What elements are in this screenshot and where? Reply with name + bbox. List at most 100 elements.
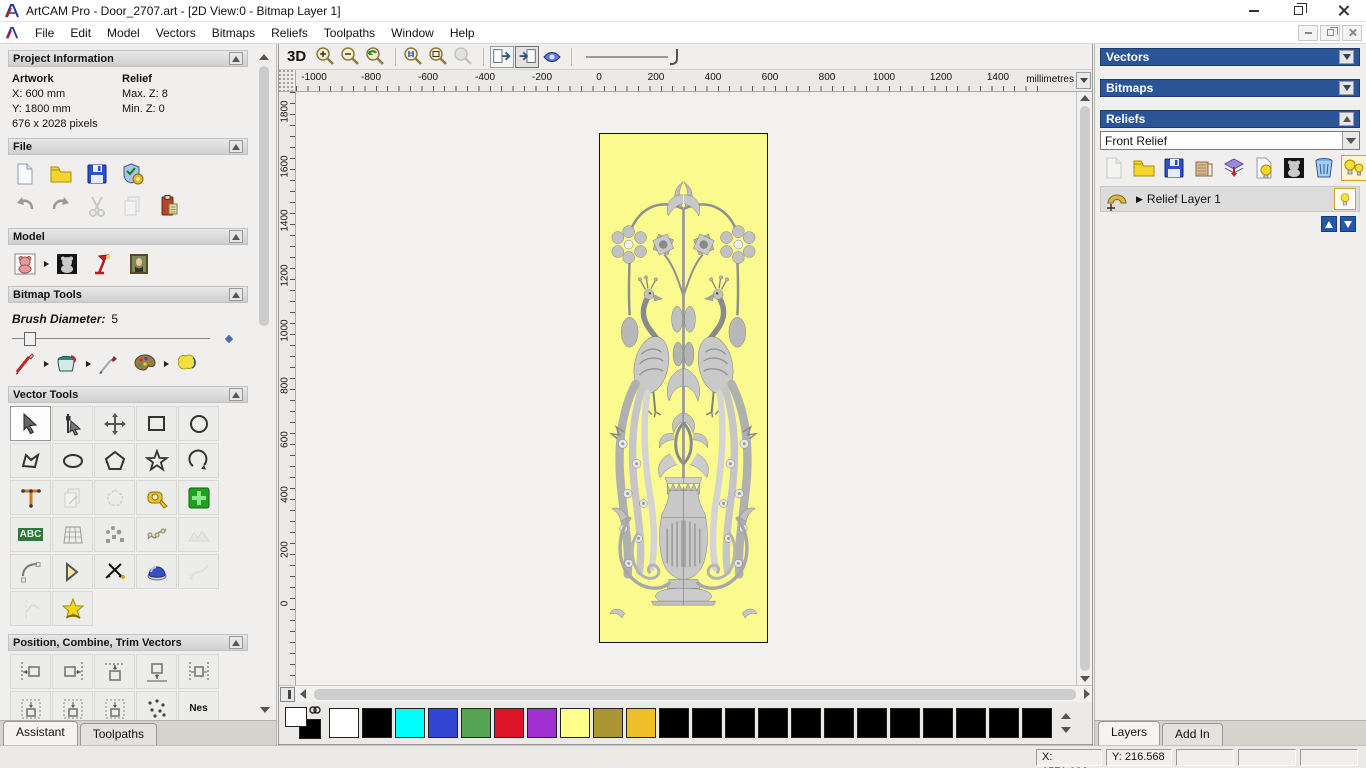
color-swatch[interactable] <box>428 708 458 738</box>
color-swatch[interactable] <box>494 708 524 738</box>
expander-icon[interactable]: ▶ <box>1136 194 1143 205</box>
ruler-units-button[interactable] <box>1076 72 1091 89</box>
spin-relief-icon[interactable] <box>136 554 177 589</box>
section-profile-icon[interactable] <box>10 591 51 626</box>
menu-bitmaps[interactable]: Bitmaps <box>204 24 263 42</box>
color-swatch[interactable] <box>560 708 590 738</box>
zoom-out-icon[interactable] <box>339 46 363 68</box>
scroll-down-icon[interactable] <box>1061 727 1071 733</box>
palette-scroll[interactable] <box>1057 713 1075 733</box>
brush-flyout-handle[interactable] <box>224 334 234 344</box>
color-swatch[interactable] <box>593 708 623 738</box>
relief-preview-icon[interactable] <box>1281 155 1307 181</box>
zoom-previous-icon[interactable] <box>364 46 388 68</box>
color-swatch[interactable] <box>791 708 821 738</box>
child-minimize-button[interactable] <box>1298 24 1318 41</box>
wrap-vectors-icon[interactable] <box>52 591 93 626</box>
load-bitmap-icon[interactable] <box>126 251 152 277</box>
flyout-arrow-icon[interactable] <box>86 361 91 367</box>
fit-curve-icon[interactable] <box>136 517 177 552</box>
relief-selector[interactable]: Front Relief <box>1100 131 1360 150</box>
paste-along-curve-icon[interactable] <box>94 517 135 552</box>
zoom-1to1-icon[interactable] <box>402 46 426 68</box>
pane-split-button[interactable] <box>280 686 295 702</box>
canvas-vertical-scrollbar[interactable] <box>1076 92 1092 685</box>
paste-icon[interactable] <box>120 193 146 219</box>
menu-reliefs[interactable]: Reliefs <box>263 24 316 42</box>
rollup-button[interactable] <box>229 288 243 301</box>
nesting-icon[interactable]: Nes <box>178 691 219 720</box>
color-swatch[interactable] <box>461 708 491 738</box>
align-right-icon[interactable] <box>52 654 93 689</box>
color-swatch[interactable] <box>989 708 1019 738</box>
project-information-header[interactable]: Project Information <box>8 50 248 67</box>
color-swatch[interactable] <box>362 708 392 738</box>
view-contrast-slider[interactable] <box>586 47 679 67</box>
close-button[interactable] <box>1321 0 1366 21</box>
vector-tools-header[interactable]: Vector Tools <box>8 386 248 403</box>
delete-relief-icon[interactable] <box>1311 155 1337 181</box>
brush-diameter-slider[interactable] <box>12 332 234 346</box>
create-medical-cross-icon[interactable] <box>178 480 219 515</box>
move-layer-down-button[interactable] <box>1340 216 1356 232</box>
color-swatch[interactable] <box>626 708 656 738</box>
file-section-header[interactable]: File <box>8 138 248 155</box>
open-model-icon[interactable] <box>48 161 74 187</box>
create-arc-icon[interactable] <box>178 443 219 478</box>
align-centre-icon[interactable] <box>178 654 219 689</box>
rollup-button[interactable] <box>229 52 243 65</box>
toggle-all-lights-icon[interactable] <box>1341 155 1366 181</box>
color-swatch[interactable] <box>923 708 953 738</box>
centre-in-page-icon[interactable] <box>10 691 51 720</box>
create-circle-icon[interactable] <box>178 406 219 441</box>
pick-colour-icon[interactable] <box>96 351 122 377</box>
layer-name[interactable]: Relief Layer 1 <box>1147 192 1221 206</box>
primary-colour[interactable] <box>285 707 307 727</box>
greyscale-model-icon[interactable] <box>12 251 38 277</box>
slider-handle[interactable] <box>670 48 679 65</box>
menu-model[interactable]: Model <box>99 24 148 42</box>
relief-layer-stack-icon[interactable] <box>1221 155 1247 181</box>
scroll-up-icon[interactable] <box>259 54 269 60</box>
paste-vector-icon[interactable] <box>52 480 93 515</box>
collapse-button[interactable] <box>1339 112 1354 126</box>
color-swatch[interactable] <box>395 708 425 738</box>
create-text-icon[interactable] <box>10 480 51 515</box>
paint-icon[interactable] <box>12 351 38 377</box>
restore-button[interactable] <box>1276 0 1321 21</box>
align-bottom-icon[interactable] <box>136 654 177 689</box>
relief-layer-row[interactable]: ▶ Relief Layer 1 <box>1100 186 1360 212</box>
color-swatch[interactable] <box>1022 708 1052 738</box>
scroll-thumb[interactable] <box>1079 106 1090 671</box>
primary-secondary-colour-chip[interactable] <box>283 705 329 741</box>
rollup-button[interactable] <box>229 636 243 649</box>
node-editing-icon[interactable] <box>52 406 93 441</box>
align-left-icon[interactable] <box>10 654 51 689</box>
create-polyline-icon[interactable] <box>10 443 51 478</box>
color-swatch[interactable] <box>890 708 920 738</box>
color-swatch[interactable] <box>758 708 788 738</box>
create-star-icon[interactable] <box>136 443 177 478</box>
trim-vectors-icon[interactable] <box>94 554 135 589</box>
layer-visibility-button[interactable] <box>1334 188 1356 210</box>
color-swatch[interactable] <box>527 708 557 738</box>
tab-add-in[interactable]: Add In <box>1162 723 1223 745</box>
relief-texture-icon[interactable] <box>1191 155 1217 181</box>
assistant-scrollbar[interactable] <box>256 54 272 675</box>
text-block-icon[interactable]: ABC <box>10 517 51 552</box>
fillet-arc-icon[interactable] <box>10 554 51 589</box>
create-polygon-icon[interactable] <box>94 443 135 478</box>
canvas-horizontal-scrollbar[interactable] <box>279 685 1092 702</box>
create-rectangle-icon[interactable] <box>136 406 177 441</box>
color-swatch[interactable] <box>857 708 887 738</box>
offset-vector-icon[interactable] <box>52 554 93 589</box>
open-relief-icon[interactable] <box>1131 155 1157 181</box>
nest-vectors-icon[interactable] <box>136 691 177 720</box>
scroll-left-button[interactable] <box>298 689 308 699</box>
model-wizard-icon[interactable] <box>120 161 146 187</box>
save-relief-icon[interactable] <box>1161 155 1187 181</box>
measure-icon[interactable] <box>136 480 177 515</box>
color-swatch[interactable] <box>692 708 722 738</box>
zoom-in-icon[interactable] <box>314 46 338 68</box>
zoom-object-icon[interactable] <box>452 46 476 68</box>
